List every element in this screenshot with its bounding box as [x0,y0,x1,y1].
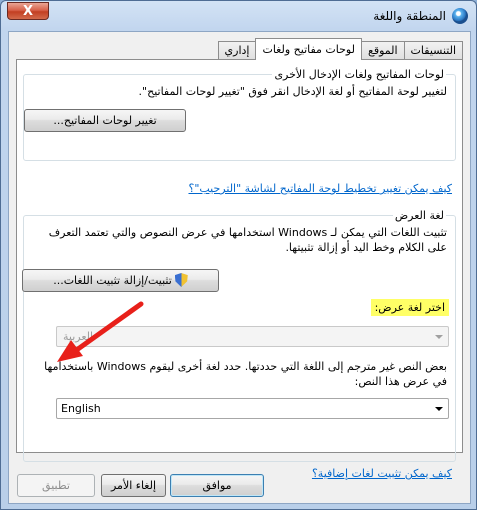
chevron-down-icon [435,335,443,339]
chevron-down-icon [435,407,443,411]
tab-administrative[interactable]: إداري [217,41,257,60]
welcome-keyboard-link[interactable]: كيف يمكن تغيير تخطيط لوحة المفاتيح لشاشة… [188,182,452,195]
shield-icon [174,273,188,287]
keyboards-description: لتغيير لوحة المفاتيح أو لغة الإدخال انقر… [138,85,447,98]
tab-formats[interactable]: التنسيقات [403,41,463,60]
keyboards-group: لوحات المفاتيح ولغات الإدخال الأخرى لتغي… [23,68,456,161]
display-language-description: تثبيت اللغات التي يمكن لـ Windows استخدا… [48,226,447,254]
tab-panel: لوحات المفاتيح ولغات الإدخال الأخرى لتغي… [16,59,463,480]
apply-button[interactable]: تطبيق [17,474,95,497]
ok-button[interactable]: موافق [170,474,264,497]
close-button[interactable]: X [7,2,49,20]
choose-display-language-label: اختر لغة عرض: [370,299,449,316]
globe-icon [452,8,468,24]
install-languages-label: تثبيت/إزالة تثبيت اللغات... [53,274,172,287]
tab-location[interactable]: الموقع [360,41,405,60]
title-bar: X المنطقة واللغة [1,1,476,31]
keyboards-group-title: لوحات المفاتيح ولغات الإدخال الأخرى [272,68,446,81]
dialog-window: X المنطقة واللغة التنسيقات الموقع لوحات … [0,0,477,510]
cancel-button[interactable]: إلغاء الأمر [101,474,166,497]
display-language-title: لغة العرض [392,209,446,222]
nonunicode-language-value: English [61,402,101,415]
install-more-languages-link[interactable]: كيف يمكن تثبيت لغات إضافية؟ [312,467,452,480]
red-arrow-annotation [57,301,144,362]
install-languages-button[interactable]: تثبيت/إزالة تثبيت اللغات... [22,269,219,292]
change-keyboards-button[interactable]: تغيير لوحات المفاتيح... [24,109,186,132]
tab-keyboards-languages[interactable]: لوحات مفاتيح ولغات [255,38,362,60]
dialog-body: التنسيقات الموقع لوحات مفاتيح ولغات إدار… [8,31,471,504]
nonunicode-language-select[interactable]: English [56,398,449,419]
window-title: المنطقة واللغة [373,9,446,23]
tab-strip: التنسيقات الموقع لوحات مفاتيح ولغات إدار… [217,38,463,60]
